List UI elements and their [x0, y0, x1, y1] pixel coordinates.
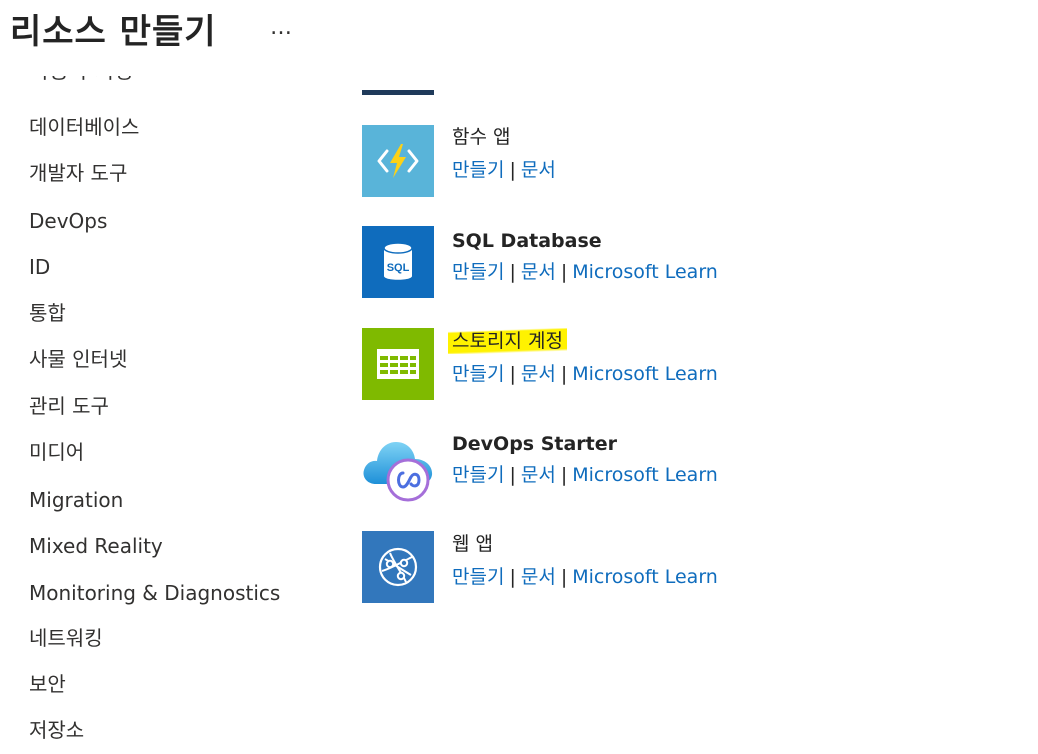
page-title: 리소스 만들기 [10, 12, 217, 52]
service-name-devops-starter: DevOps Starter [452, 433, 618, 455]
create-resource-page: 리소스 만들기 … 사용자 지정 데이터베이스 개발자 도구 DevOps ID… [0, 0, 1038, 754]
link-separator: | [509, 261, 516, 283]
create-link[interactable]: 만들기 [452, 261, 504, 283]
link-separator: | [560, 566, 568, 588]
service-name-function-app: 함수 앱 [452, 126, 511, 148]
docs-link[interactable]: 문서 [521, 566, 556, 588]
sql-icon-text: SQL [387, 262, 410, 274]
sidebar-item-label: 사용자 지정 [30, 76, 133, 88]
learn-link[interactable]: Microsoft Learn [572, 566, 718, 588]
storage-account-icon[interactable] [362, 328, 434, 400]
sidebar-item-cut[interactable]: 사용자 지정 [30, 76, 133, 88]
sidebar-item-media[interactable]: 미디어 [29, 439, 84, 465]
devops-starter-icon[interactable] [362, 430, 434, 502]
sidebar-item-mixed-reality[interactable]: Mixed Reality [29, 533, 163, 559]
create-link[interactable]: 만들기 [452, 464, 504, 486]
create-link[interactable]: 만들기 [452, 363, 504, 385]
learn-link[interactable]: Microsoft Learn [572, 363, 718, 385]
service-links-function-app: 만들기 | 문서 [452, 157, 556, 183]
learn-link[interactable]: Microsoft Learn [572, 464, 718, 486]
service-links-devops-starter: 만들기 | 문서 | Microsoft Learn [452, 462, 718, 488]
sidebar-item-networking[interactable]: 네트워킹 [29, 625, 103, 651]
create-link[interactable]: 만들기 [452, 159, 504, 181]
link-separator: | [509, 464, 516, 486]
service-name-web-app: 웹 앱 [452, 533, 493, 555]
service-links-storage-account: 만들기 | 문서 | Microsoft Learn [452, 361, 718, 387]
docs-link[interactable]: 문서 [521, 464, 556, 486]
docs-link[interactable]: 문서 [521, 363, 556, 385]
sidebar-item-security[interactable]: 보안 [29, 671, 66, 697]
function-app-icon[interactable] [362, 125, 434, 197]
learn-link[interactable]: Microsoft Learn [572, 261, 718, 283]
link-separator: | [509, 363, 516, 385]
sql-database-icon[interactable]: SQL [362, 226, 434, 298]
create-link[interactable]: 만들기 [452, 566, 504, 588]
link-separator: | [509, 159, 516, 181]
service-links-web-app: 만들기 | 문서 | Microsoft Learn [452, 564, 718, 590]
link-separator: | [509, 566, 516, 588]
docs-link[interactable]: 문서 [521, 159, 556, 181]
sidebar-item-monitoring[interactable]: Monitoring & Diagnostics [29, 580, 280, 606]
service-name-storage-account: 스토리지 계정 [448, 328, 567, 354]
service-name-sql-database: SQL Database [452, 230, 602, 252]
link-separator: | [560, 363, 568, 385]
docs-link[interactable]: 문서 [521, 261, 556, 283]
sidebar-item-storage[interactable]: 저장소 [29, 717, 84, 743]
sidebar-item-iot[interactable]: 사물 인터넷 [29, 346, 127, 372]
sidebar-item-migration[interactable]: Migration [29, 487, 123, 513]
previous-service-icon-edge [362, 90, 434, 95]
sidebar-item-integration[interactable]: 통합 [29, 300, 66, 326]
sidebar-item-id[interactable]: ID [29, 254, 50, 280]
sidebar-item-management-tools[interactable]: 관리 도구 [29, 393, 109, 419]
more-options-button[interactable]: … [270, 14, 292, 42]
sidebar-item-databases[interactable]: 데이터베이스 [29, 114, 139, 140]
web-app-icon[interactable] [362, 531, 434, 603]
sidebar-item-developer-tools[interactable]: 개발자 도구 [29, 160, 127, 186]
link-separator: | [560, 464, 568, 486]
link-separator: | [560, 261, 568, 283]
sidebar-item-devops[interactable]: DevOps [29, 208, 107, 234]
service-links-sql-database: 만들기 | 문서 | Microsoft Learn [452, 259, 718, 285]
